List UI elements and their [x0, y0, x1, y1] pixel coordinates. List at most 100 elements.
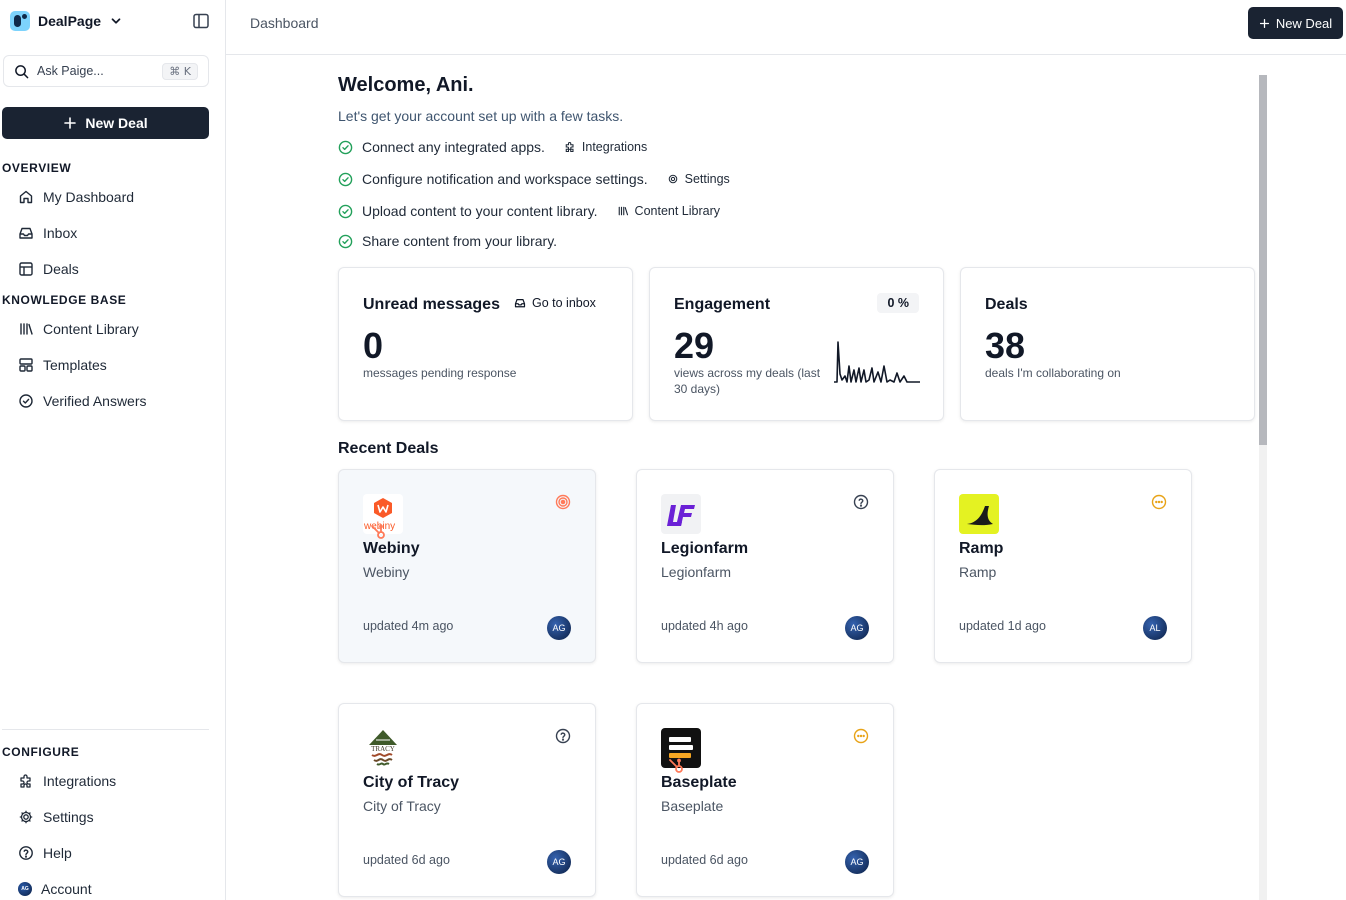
question-circle-icon: [853, 494, 869, 510]
sidebar-item-help[interactable]: Help: [18, 843, 72, 863]
header-new-deal-button[interactable]: New Deal: [1248, 7, 1343, 39]
ask-paige-search[interactable]: ⌘ K: [3, 55, 209, 87]
library-icon: [618, 206, 628, 216]
deal-updated: updated 4m ago: [363, 619, 454, 633]
engagement-card: Engagement 0 % 29 views across my deals …: [649, 267, 944, 421]
sidebar-item-label: Content Library: [43, 321, 139, 337]
workspace-name: DealPage: [38, 13, 102, 29]
avatar: AG: [547, 616, 571, 640]
sidebar-item-settings[interactable]: Settings: [18, 807, 94, 827]
deal-card-ramp[interactable]: Ramp Ramp updated 1d ago AL: [934, 469, 1192, 663]
deals-count: 38: [985, 325, 1026, 366]
engagement-change-badge: 0 %: [877, 293, 919, 313]
avatar: AG: [547, 850, 571, 874]
task-text: Connect any integrated apps.: [362, 139, 545, 155]
task-text: Configure notification and workspace set…: [362, 171, 648, 187]
sidebar-item-verified-answers[interactable]: Verified Answers: [18, 391, 147, 411]
go-to-inbox-link[interactable]: Go to inbox: [514, 296, 596, 310]
deal-updated: updated 1d ago: [959, 619, 1046, 633]
deal-card-legionfarm[interactable]: Legionfarm Legionfarm updated 4h ago AG: [636, 469, 894, 663]
hubspot-icon: [371, 524, 385, 539]
hubspot-icon: [669, 758, 683, 773]
tracy-wordmark: TRACY: [371, 745, 395, 753]
chevron-down-icon: [111, 18, 121, 24]
puzzle-icon: [20, 774, 31, 788]
content-library-link[interactable]: Content Library: [617, 204, 720, 218]
plus-icon: [1259, 18, 1269, 28]
shortcut-hint: ⌘ K: [162, 62, 198, 80]
new-deal-label: New Deal: [85, 115, 148, 131]
welcome-subtitle: Let's get your account set up with a few…: [338, 108, 624, 124]
breadcrumb[interactable]: Dashboard: [250, 15, 319, 31]
library-icon: [20, 323, 33, 335]
legionfarm-logo-icon: [667, 505, 695, 526]
deal-card-baseplate[interactable]: Baseplate Baseplate updated 6d ago AG: [636, 703, 894, 897]
deals-card: Deals 38 deals I'm collaborating on: [960, 267, 1255, 421]
check-circle-icon: [338, 172, 353, 186]
section-overview: OVERVIEW: [2, 161, 72, 175]
unread-messages-card: Unread messages Go to inbox 0 messages p…: [338, 267, 633, 421]
deal-company: City of Tracy: [363, 798, 441, 814]
sidebar-item-account[interactable]: AG Account: [18, 879, 92, 899]
sidebar-item-my-dashboard[interactable]: My Dashboard: [18, 187, 134, 207]
search-input[interactable]: [37, 64, 147, 78]
card-subtitle: messages pending response: [363, 366, 517, 380]
sidebar-item-integrations[interactable]: Integrations: [18, 771, 116, 791]
avatar: AG: [845, 850, 869, 874]
card-title: Unread messages: [363, 296, 500, 313]
task-item: Connect any integrated apps. Integration…: [338, 139, 647, 155]
target-icon: [555, 494, 571, 510]
new-deal-button[interactable]: New Deal: [2, 107, 209, 139]
sidebar-item-content-library[interactable]: Content Library: [18, 319, 139, 339]
avatar: AL: [1143, 616, 1167, 640]
task-link-label: Settings: [684, 172, 730, 186]
deal-company: Legionfarm: [661, 564, 732, 580]
sidebar-item-label: Deals: [43, 261, 79, 277]
check-circle-icon: [338, 204, 353, 218]
task-text: Upload content to your content library.: [362, 203, 598, 219]
task-item: Configure notification and workspace set…: [338, 171, 730, 187]
check-circle-icon: [19, 394, 33, 408]
main-scrollbar-thumb[interactable]: [1259, 75, 1267, 445]
deal-company: Webiny: [363, 564, 410, 580]
recent-deals-heading: Recent Deals: [338, 440, 439, 457]
sidebar: DealPage ⌘ K New Deal OVERVIEW My Dashbo…: [0, 0, 226, 900]
integrations-link[interactable]: Integrations: [564, 140, 647, 154]
workspace-switcher[interactable]: DealPage: [10, 11, 123, 31]
sidebar-item-label: Templates: [43, 357, 107, 373]
card-subtitle: views across my deals (last 30 days): [674, 366, 821, 396]
gear-icon: [19, 810, 33, 824]
gear-icon: [668, 174, 677, 184]
sidebar-item-deals[interactable]: Deals: [18, 259, 79, 279]
sidebar-item-label: Settings: [43, 809, 94, 825]
task-text: Share content from your library.: [362, 233, 558, 249]
section-knowledge-base: KNOWLEDGE BASE: [2, 293, 127, 307]
deal-name: Ramp: [959, 540, 1004, 557]
header-new-deal-label: New Deal: [1275, 15, 1333, 31]
city-of-tracy-logo: TRACY: [363, 728, 403, 768]
deal-name: Legionfarm: [661, 540, 749, 557]
engagement-count: 29: [674, 325, 715, 366]
task-item: Upload content to your content library. …: [338, 203, 720, 219]
check-circle-icon: [338, 234, 353, 248]
question-circle-icon: [555, 728, 571, 744]
engagement-sparkline: [834, 341, 920, 383]
inbox-icon: [19, 227, 33, 239]
deal-card-webiny[interactable]: webiny Webiny Webiny updated 4m ago AG: [338, 469, 596, 663]
deal-card-city-of-tracy[interactable]: TRACY City of Tracy City of Tracy update…: [338, 703, 596, 897]
deal-name: Webiny: [363, 540, 420, 557]
avatar: AG: [18, 882, 32, 896]
page-title: Welcome, Ani.: [338, 74, 474, 96]
sidebar-item-label: Account: [41, 881, 92, 897]
card-subtitle: deals I'm collaborating on: [985, 366, 1121, 380]
deal-updated: updated 4h ago: [661, 619, 748, 633]
settings-link[interactable]: Settings: [667, 172, 730, 186]
deal-updated: updated 6d ago: [661, 853, 748, 867]
dealpage-logo-icon: [10, 11, 30, 31]
sidebar-item-inbox[interactable]: Inbox: [18, 223, 77, 243]
sidebar-toggle-icon[interactable]: [192, 12, 210, 30]
deal-name: Baseplate: [661, 774, 737, 791]
pending-icon: [853, 728, 869, 744]
task-link-label: Content Library: [634, 204, 721, 218]
sidebar-item-templates[interactable]: Templates: [18, 355, 107, 375]
